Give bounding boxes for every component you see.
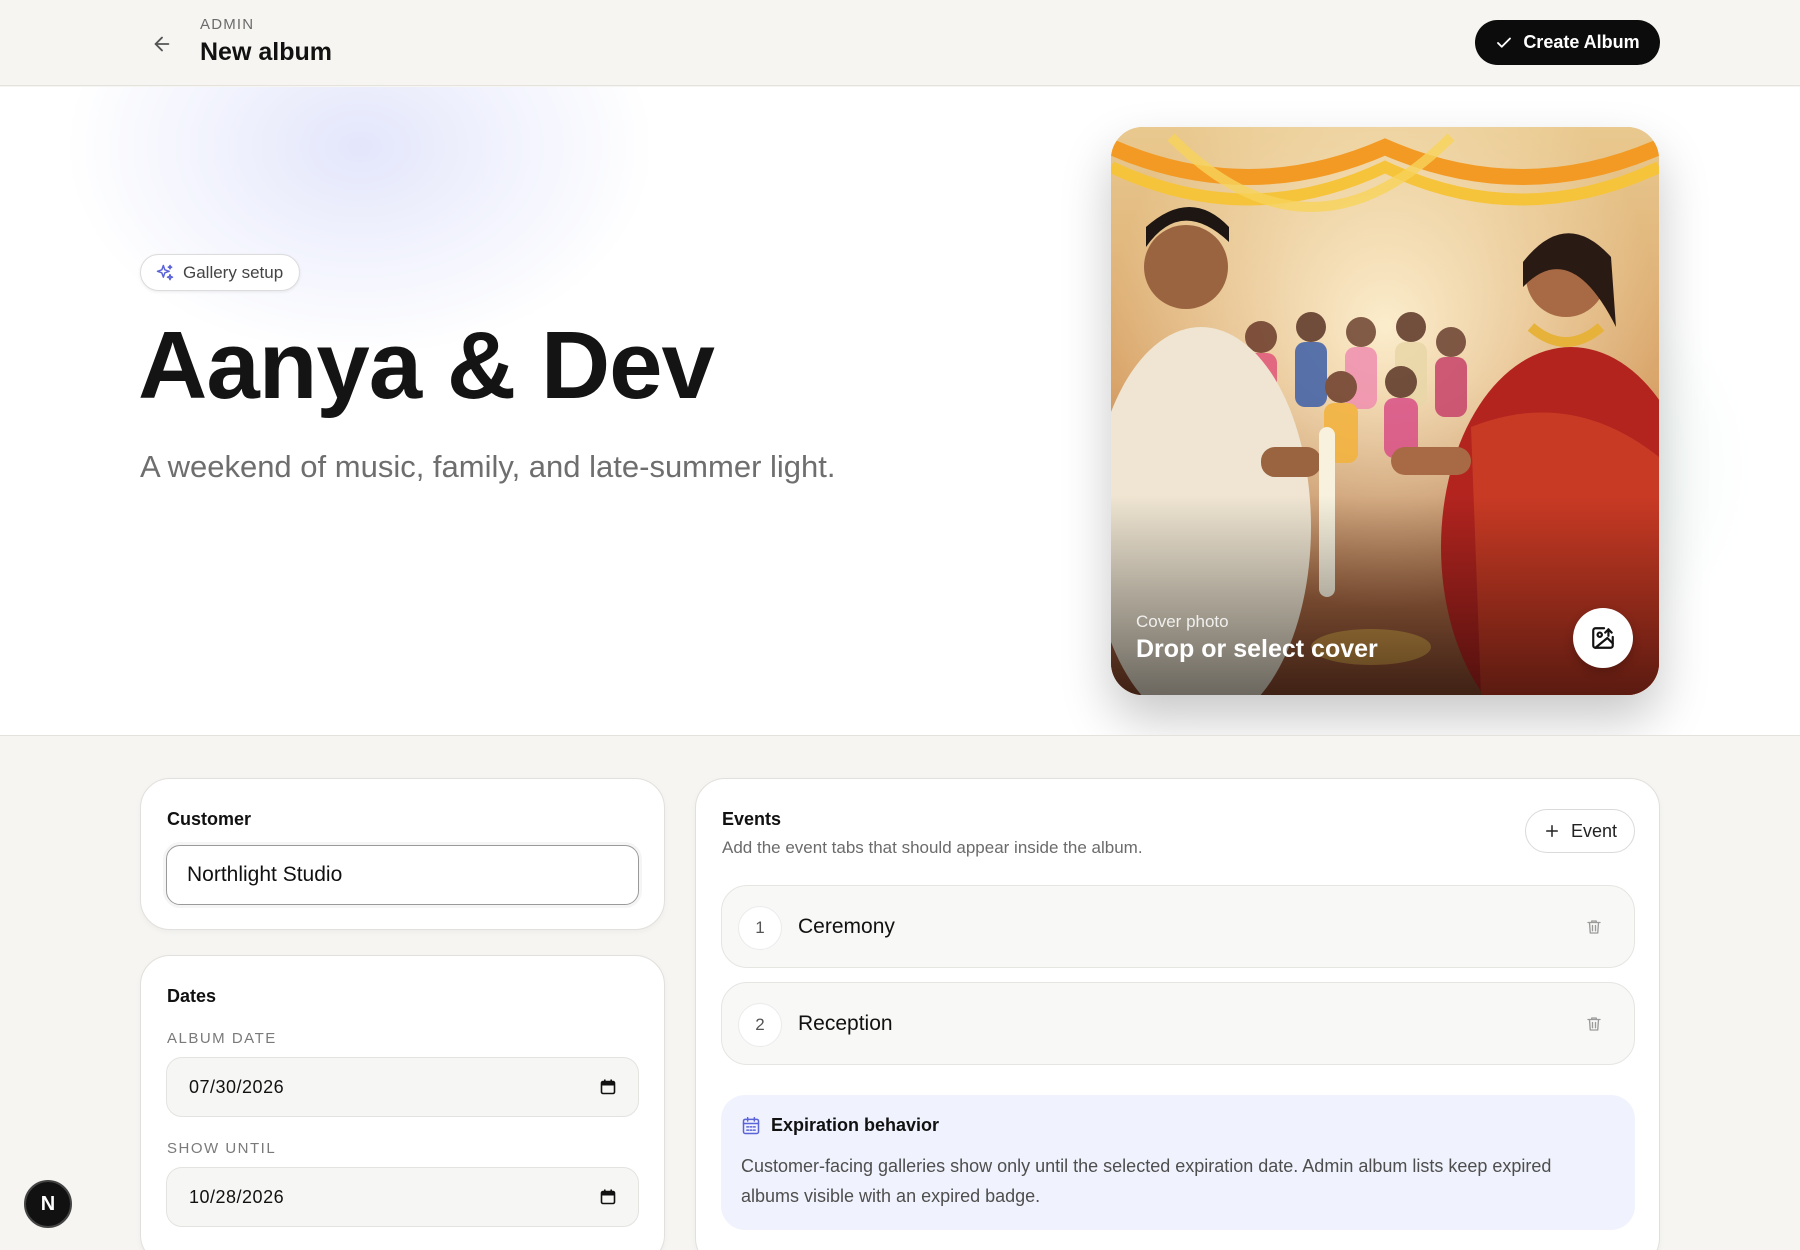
add-event-button[interactable]: Event bbox=[1525, 809, 1635, 853]
cover-photo-dropzone[interactable]: Cover photo Drop or select cover bbox=[1111, 127, 1659, 695]
event-name[interactable]: Ceremony bbox=[798, 915, 895, 939]
cover-photo-cta: Drop or select cover bbox=[1136, 635, 1378, 663]
event-number: 1 bbox=[738, 906, 782, 950]
plus-icon bbox=[1545, 825, 1558, 837]
top-bar: ADMIN New album Create Album bbox=[0, 0, 1800, 86]
add-event-label: Event bbox=[1570, 820, 1618, 841]
calendar-icon[interactable] bbox=[600, 1079, 616, 1095]
dates-card: Dates ALBUM DATE 07/30/2026 SHOW UNTIL 1… bbox=[140, 955, 665, 1250]
album-subtitle[interactable]: A weekend of music, family, and late-sum… bbox=[140, 449, 836, 485]
expiration-heading: Expiration behavior bbox=[771, 1115, 940, 1135]
upload-cover-button[interactable] bbox=[1573, 608, 1633, 668]
events-heading: Events bbox=[722, 809, 782, 829]
show-until-value: 10/28/2026 bbox=[189, 1186, 285, 1207]
cover-photo-label: Cover photo bbox=[1136, 612, 1229, 631]
album-date-input[interactable]: 07/30/2026 bbox=[166, 1057, 639, 1117]
expiration-text: Customer-facing galleries show only unti… bbox=[741, 1156, 1552, 1206]
expiration-info-box: Expiration behavior Customer-facing gall… bbox=[721, 1095, 1635, 1230]
page-title: New album bbox=[200, 38, 332, 66]
customer-heading: Customer bbox=[167, 809, 252, 829]
hero-section: Gallery setup Aanya & Dev A weekend of m… bbox=[0, 87, 1800, 736]
customer-card: Customer Northlight Studio bbox=[140, 778, 665, 930]
calendar-icon[interactable] bbox=[600, 1189, 616, 1205]
events-subtitle: Add the event tabs that should appear in… bbox=[722, 838, 1143, 857]
event-row[interactable]: 2 Reception bbox=[721, 982, 1635, 1065]
breadcrumb: ADMIN bbox=[200, 16, 255, 33]
expiration-heading-row: Expiration behavior bbox=[741, 1115, 939, 1136]
trash-icon bbox=[1587, 1017, 1601, 1031]
album-title[interactable]: Aanya & Dev bbox=[138, 313, 715, 419]
check-icon bbox=[1497, 37, 1512, 48]
create-album-label: Create Album bbox=[1523, 32, 1640, 52]
gallery-setup-label: Gallery setup bbox=[183, 262, 284, 282]
arrow-left-icon bbox=[154, 36, 170, 52]
album-date-value: 07/30/2026 bbox=[189, 1076, 285, 1097]
dates-heading: Dates bbox=[167, 986, 217, 1006]
sparkles-icon bbox=[156, 264, 174, 280]
album-date-label: ALBUM DATE bbox=[167, 1030, 277, 1047]
gallery-setup-badge: Gallery setup bbox=[140, 254, 301, 291]
dev-tools-badge[interactable]: N bbox=[24, 1180, 72, 1228]
create-album-button[interactable]: Create Album bbox=[1475, 20, 1660, 65]
image-upload-icon bbox=[1592, 627, 1614, 649]
delete-event-button[interactable] bbox=[1580, 1010, 1608, 1038]
events-card: Events Add the event tabs that should ap… bbox=[695, 778, 1660, 1250]
cover-shade bbox=[1111, 495, 1659, 695]
show-until-label: SHOW UNTIL bbox=[167, 1140, 277, 1157]
delete-event-button[interactable] bbox=[1580, 913, 1608, 941]
event-number: 2 bbox=[738, 1003, 782, 1047]
customer-input[interactable]: Northlight Studio bbox=[166, 845, 639, 905]
back-button[interactable] bbox=[144, 26, 180, 62]
event-name[interactable]: Reception bbox=[798, 1012, 893, 1036]
event-row[interactable]: 1 Ceremony bbox=[721, 885, 1635, 968]
calendar-icon bbox=[742, 1116, 760, 1134]
show-until-input[interactable]: 10/28/2026 bbox=[166, 1167, 639, 1227]
trash-icon bbox=[1587, 920, 1601, 934]
